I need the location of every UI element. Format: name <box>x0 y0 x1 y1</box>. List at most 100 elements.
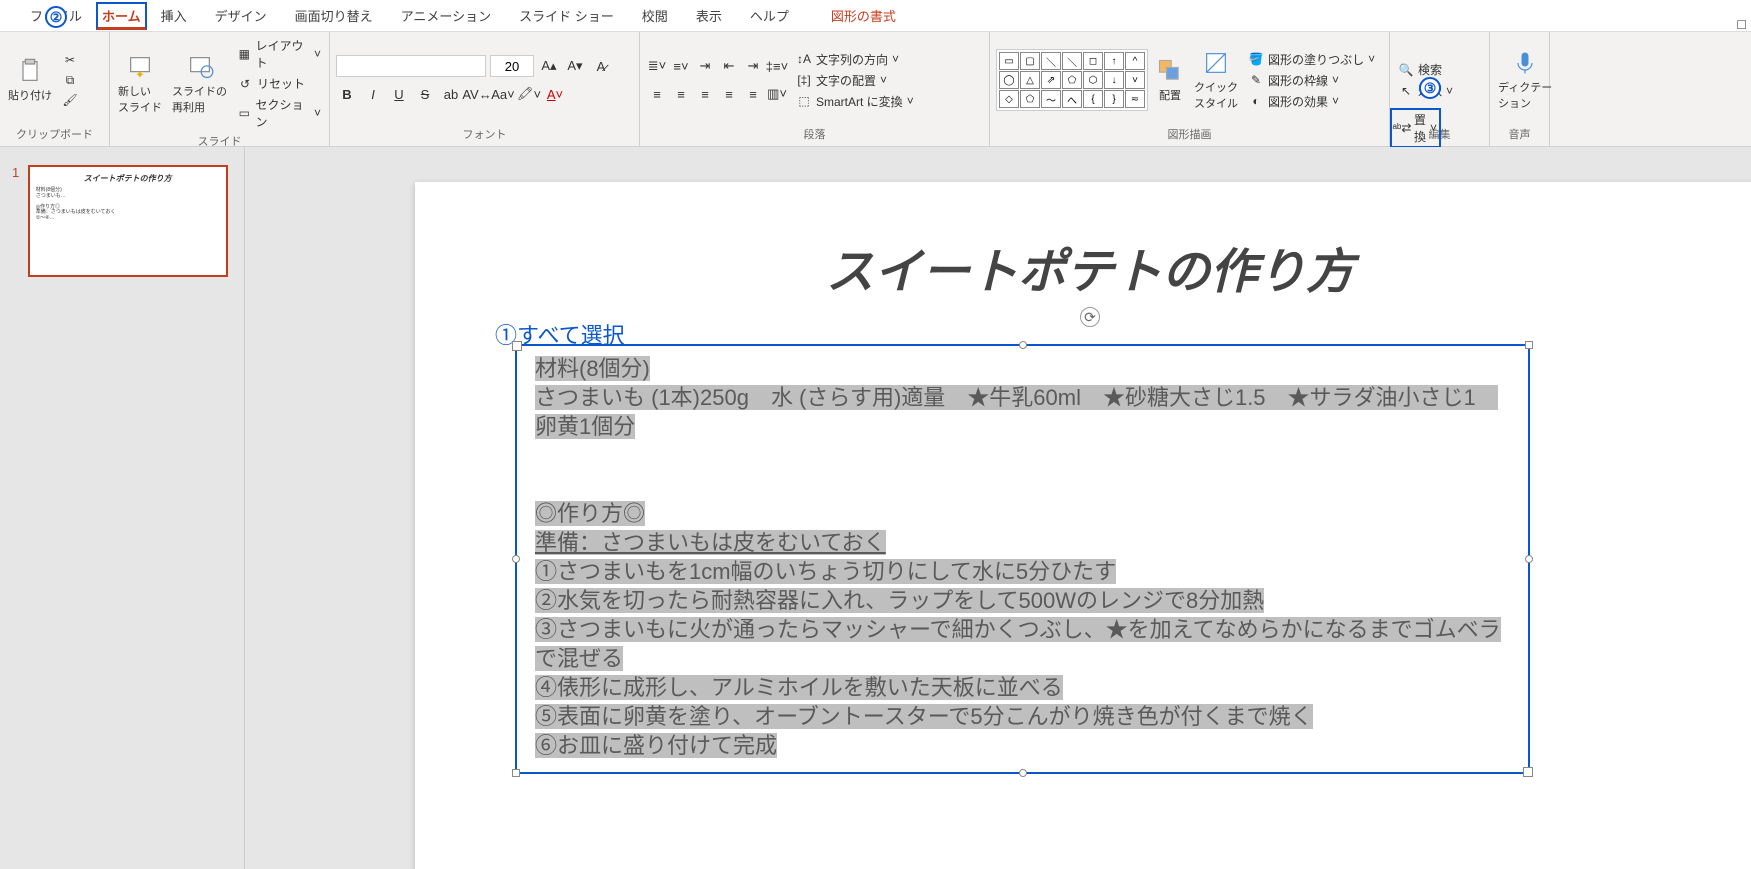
list-level-button[interactable]: ⇥ <box>694 55 716 77</box>
resize-handle[interactable] <box>1525 555 1533 563</box>
search-icon: 🔍 <box>1398 62 1414 78</box>
rotate-handle-icon[interactable]: ⟳ <box>1080 307 1100 327</box>
tab-slideshow[interactable]: スライド ショー <box>505 0 628 31</box>
align-right-button[interactable]: ≡ <box>694 83 716 105</box>
textbox-content[interactable]: 材料(8個分) さつまいも (1本)250g 水 (さらす用)適量 ★牛乳60m… <box>517 346 1528 768</box>
change-case-button[interactable]: Aa˅ <box>492 83 514 105</box>
tab-transitions[interactable]: 画面切り替え <box>281 0 387 31</box>
line-ingredients: さつまいも (1本)250g 水 (さらす用)適量 ★牛乳60ml ★砂糖大さじ… <box>535 385 1498 439</box>
resize-handle[interactable] <box>512 769 520 777</box>
group-label-drawing: 図形描画 <box>996 124 1383 144</box>
slide-title: スイートポテトの作り方 <box>415 232 1751 302</box>
content-textbox[interactable]: 材料(8個分) さつまいも (1本)250g 水 (さらす用)適量 ★牛乳60m… <box>515 344 1530 774</box>
copy-icon: ⧉ <box>62 72 78 88</box>
columns-button[interactable]: ▥˅ <box>766 83 788 105</box>
new-slide-icon: ✦ <box>126 53 154 81</box>
decrease-indent-button[interactable]: ⇤ <box>718 55 740 77</box>
select-icon: ↖ <box>1398 83 1414 99</box>
resize-handle[interactable] <box>1019 341 1027 349</box>
tab-help[interactable]: ヘルプ <box>736 0 803 31</box>
distributed-button[interactable]: ≡ <box>742 83 764 105</box>
brush-icon: 🖌 <box>62 92 78 108</box>
smartart-icon: ⬚ <box>796 93 812 109</box>
tab-insert[interactable]: 挿入 <box>147 0 201 31</box>
slide-canvas[interactable]: スイートポテトの作り方 ⟳ ①すべて選択 材料(8個分) さつまいも (1本)2… <box>245 147 1751 869</box>
font-name-input[interactable] <box>336 55 486 77</box>
highlight-button[interactable]: 🖍˅ <box>518 83 540 105</box>
bullets-button[interactable]: ≣˅ <box>646 55 668 77</box>
decrease-font-button[interactable]: A▾ <box>564 55 586 77</box>
ribbon: 貼り付け ✂ ⧉ 🖌 クリップボード ✦ 新しい スライド スライドの 再利用 … <box>0 32 1751 147</box>
tab-animations[interactable]: アニメーション <box>387 0 505 31</box>
callout-3: ③ <box>1419 77 1441 99</box>
tab-shape-format[interactable]: 図形の書式 <box>817 0 910 31</box>
line-spacing-button[interactable]: ‡≡˅ <box>766 55 788 77</box>
resize-handle[interactable] <box>1019 769 1027 777</box>
tab-home[interactable]: ホーム <box>96 2 147 30</box>
align-left-button[interactable]: ≡ <box>646 83 668 105</box>
italic-button[interactable]: I <box>362 83 384 105</box>
quick-styles-button[interactable]: クイック スタイル <box>1192 47 1240 113</box>
line-method-header: ◎作り方◎ <box>535 501 645 526</box>
reset-icon: ↺ <box>237 76 253 92</box>
shape-fill-button[interactable]: 🪣図形の塗りつぶし ˅ <box>1246 50 1377 69</box>
group-drawing: ▭▢＼＼◻↑^ ◯△⇗⬠⬡↓˅ ◇⬠〜へ{}≂ 配置 クイック スタイル 🪣図形… <box>990 32 1390 146</box>
line-step3: ③さつまいもに火が通ったらマッシャーで細かくつぶし、★を加えてなめらかになるまで… <box>535 617 1501 671</box>
arrange-button[interactable]: 配置 <box>1154 55 1186 105</box>
effects-icon: ◐ <box>1248 93 1264 109</box>
paste-button[interactable]: 貼り付け <box>6 55 54 105</box>
reset-button[interactable]: ↺リセット <box>235 74 323 93</box>
resize-handle[interactable] <box>1525 341 1533 349</box>
group-label-clipboard: クリップボード <box>6 124 103 144</box>
replace-button[interactable]: ᵃᵇ⇄置換 ˅ <box>1390 108 1441 148</box>
clear-format-button[interactable]: A̷ <box>590 55 612 77</box>
shapes-gallery[interactable]: ▭▢＼＼◻↑^ ◯△⇗⬠⬡↓˅ ◇⬠〜へ{}≂ <box>996 49 1148 111</box>
font-color-button[interactable]: A˅ <box>544 83 566 105</box>
line-step4: ④俵形に成形し、アルミホイルを敷いた天板に並べる <box>535 675 1063 700</box>
slide-thumbnail-1[interactable]: スイートポテトの作り方 材料(8個分)さつまいも…◎作り方◎準備：さつまいもは皮… <box>28 165 228 277</box>
replace-icon: ᵃᵇ⇄ <box>1394 120 1410 136</box>
shape-effects-button[interactable]: ◐図形の効果 ˅ <box>1246 92 1377 111</box>
char-spacing-button[interactable]: AV↔ <box>466 83 488 105</box>
thumb-number: 1 <box>12 165 19 180</box>
menubar: ファイル ② ホーム 挿入 デザイン 画面切り替え アニメーション スライド シ… <box>0 0 1751 32</box>
section-button[interactable]: ▭セクション ˅ <box>235 95 323 131</box>
shape-outline-button[interactable]: ✎図形の枠線 ˅ <box>1246 71 1377 90</box>
new-slide-button[interactable]: ✦ 新しい スライド <box>116 51 164 117</box>
justify-button[interactable]: ≡ <box>718 83 740 105</box>
share-icon[interactable]: ☐ <box>1736 18 1747 32</box>
smartart-button[interactable]: ⬚SmartArt に変換 ˅ <box>794 92 916 111</box>
new-slide-label: 新しい スライド <box>118 83 162 115</box>
svg-text:✦: ✦ <box>135 68 145 80</box>
font-size-input[interactable] <box>490 55 534 77</box>
tab-design[interactable]: デザイン <box>201 0 281 31</box>
find-button[interactable]: 🔍検索 <box>1396 60 1455 79</box>
tab-review[interactable]: 校閲 <box>628 0 682 31</box>
resize-handle[interactable] <box>512 555 520 563</box>
shadow-button[interactable]: ab <box>440 83 462 105</box>
increase-font-button[interactable]: A▴ <box>538 55 560 77</box>
tab-view[interactable]: 表示 <box>682 0 736 31</box>
copy-button[interactable]: ⧉ <box>60 71 80 89</box>
increase-indent-button[interactable]: ⇥ <box>742 55 764 77</box>
bold-button[interactable]: B <box>336 83 358 105</box>
align-text-button[interactable]: [‡]文字の配置 ˅ <box>794 71 916 90</box>
text-direction-button[interactable]: ↕A文字列の方向 ˅ <box>794 50 916 69</box>
format-painter-button[interactable]: 🖌 <box>60 91 80 109</box>
strike-button[interactable]: S <box>414 83 436 105</box>
layout-button[interactable]: ▦レイアウト ˅ <box>235 36 323 72</box>
underline-button[interactable]: U <box>388 83 410 105</box>
line-prep: 準備：さつまいもは皮をむいておく <box>535 530 886 555</box>
callout-2: ② <box>45 6 67 28</box>
scissors-icon: ✂ <box>62 52 78 68</box>
highlight-icon: 🖍 <box>517 86 534 102</box>
paste-label: 貼り付け <box>8 87 52 103</box>
reuse-slide-button[interactable]: スライドの 再利用 <box>170 51 229 117</box>
align-center-button[interactable]: ≡ <box>670 83 692 105</box>
dictate-button[interactable]: ディクテー ション <box>1496 47 1554 113</box>
reuse-slide-icon <box>186 53 214 81</box>
text-direction-icon: ↕A <box>796 51 812 67</box>
cut-button[interactable]: ✂ <box>60 51 80 69</box>
line-step2: ②水気を切ったら耐熱容器に入れ、ラップをして500Wのレンジで8分加熱 <box>535 588 1264 613</box>
numbering-button[interactable]: ≡˅ <box>670 55 692 77</box>
